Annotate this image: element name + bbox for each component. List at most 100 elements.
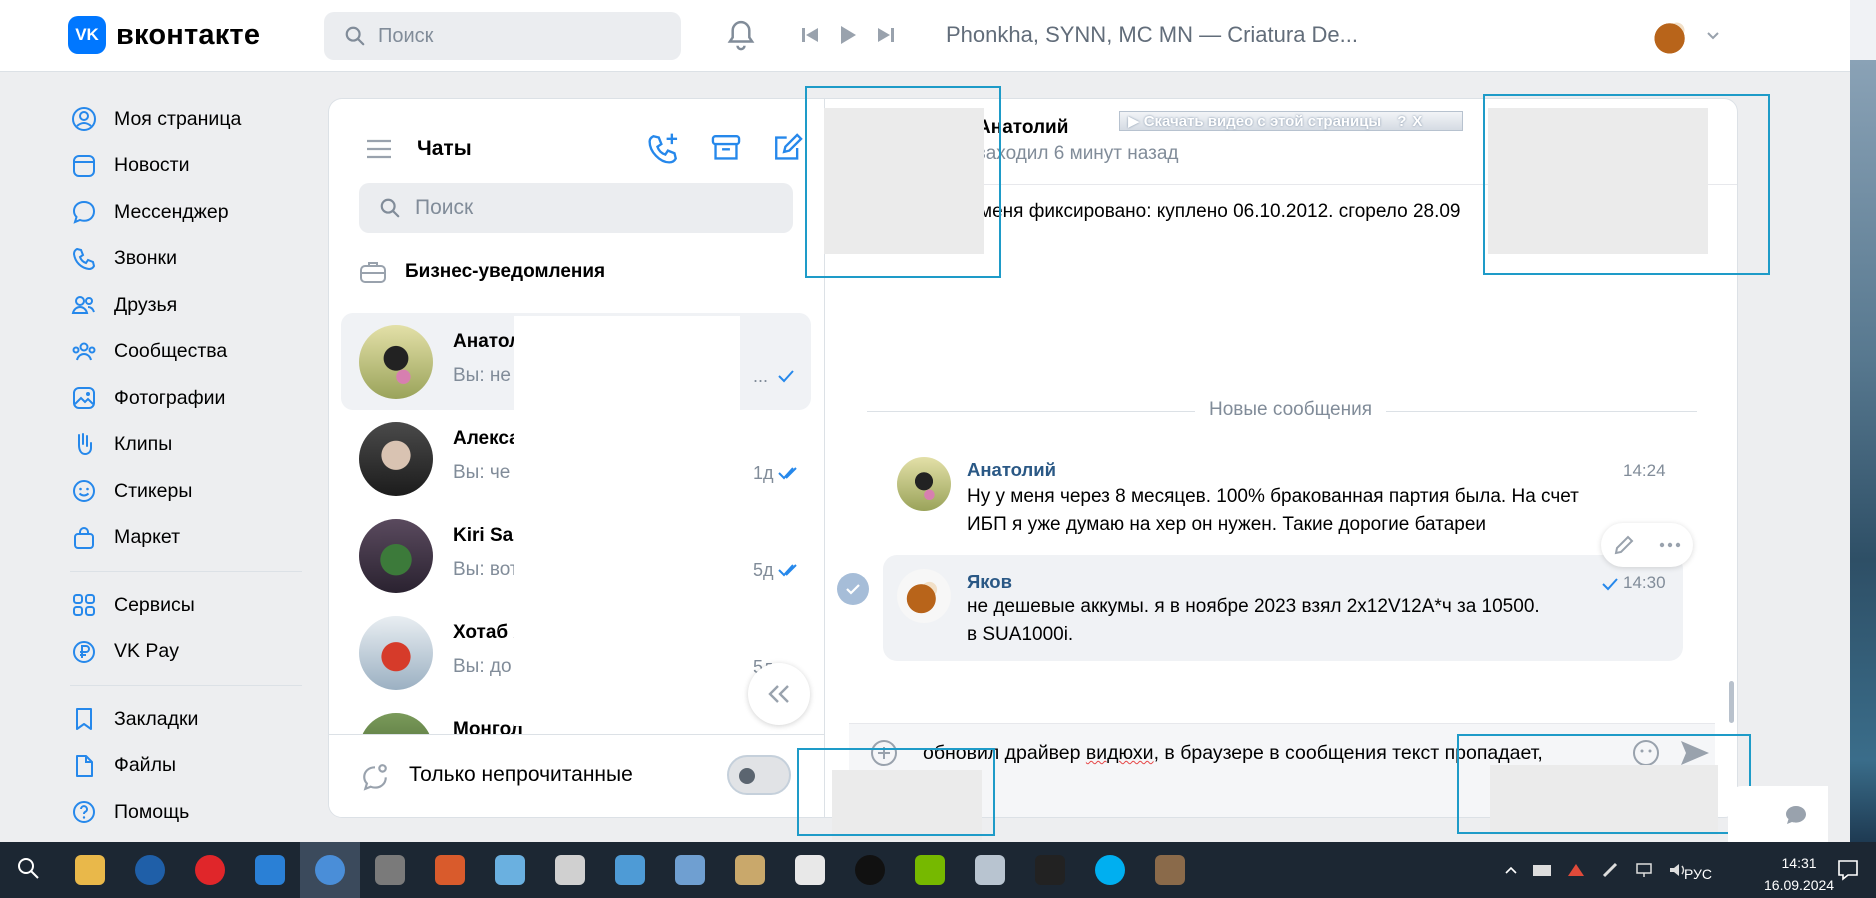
business-notifications[interactable]: Бизнес-уведомления xyxy=(359,259,605,285)
chat-preview: Вы: вот xyxy=(453,559,519,580)
message-time: 14:30 xyxy=(1623,573,1666,592)
nvidia-icon[interactable] xyxy=(900,842,960,898)
archive-icon[interactable] xyxy=(709,131,743,165)
chat-bubble-icon xyxy=(1786,806,1806,824)
nav-item-friends[interactable]: Друзья xyxy=(70,282,310,329)
floating-chat-button[interactable] xyxy=(1728,786,1828,842)
tray-app-icon[interactable] xyxy=(1566,862,1586,878)
download-video-banner[interactable]: ▶ Скачать видео с этой страницы ? X xyxy=(1119,111,1463,131)
search-icon xyxy=(345,26,365,46)
notification-center-icon[interactable] xyxy=(1836,858,1860,882)
hamburger-menu-icon[interactable] xyxy=(365,138,393,160)
nav-label: Стикеры xyxy=(114,479,193,502)
tray-app-icon[interactable] xyxy=(1600,862,1620,878)
photo-app-icon[interactable] xyxy=(1140,842,1200,898)
toggle-knob xyxy=(739,768,755,784)
search-icon[interactable] xyxy=(0,842,60,898)
terminal-icon[interactable] xyxy=(1020,842,1080,898)
collapse-chats-button[interactable] xyxy=(748,663,810,725)
taskbar-app-glyph xyxy=(1095,855,1125,885)
circle-app-icon[interactable] xyxy=(840,842,900,898)
language-indicator[interactable]: РУС xyxy=(1684,866,1712,882)
message-actions xyxy=(1601,523,1693,567)
nav-label: Сервисы xyxy=(114,593,195,616)
calendar-icon[interactable] xyxy=(420,842,480,898)
vk-browser-icon[interactable] xyxy=(120,842,180,898)
nav-label: Звонки xyxy=(114,247,177,270)
notifications-bell-icon[interactable] xyxy=(724,18,758,59)
chat-name: Kiri Sal xyxy=(453,525,519,546)
nav-item-clips[interactable]: Клипы xyxy=(70,422,310,469)
top-search-box[interactable] xyxy=(324,12,681,60)
unread-only-toggle[interactable] xyxy=(727,755,791,795)
nav-item-help[interactable]: Помощь xyxy=(70,789,310,836)
avatar[interactable] xyxy=(897,457,951,511)
message-author[interactable]: Яков xyxy=(967,571,1012,593)
nav-item-photos[interactable]: Фотографии xyxy=(70,375,310,422)
previous-track-icon[interactable] xyxy=(800,25,820,45)
highlight-box xyxy=(1457,734,1751,834)
nav-item-communities[interactable]: Сообщества xyxy=(70,329,310,376)
misspelled-word: видюхи xyxy=(1085,742,1154,764)
composer-text[interactable]: обновил драйвер видюхи, в браузере в соо… xyxy=(923,742,1543,765)
scrollbar[interactable] xyxy=(1729,681,1734,723)
notes-icon[interactable] xyxy=(480,842,540,898)
more-icon[interactable] xyxy=(1659,542,1681,548)
chats-search-input[interactable] xyxy=(415,196,755,220)
avatar[interactable] xyxy=(897,569,951,623)
taskbar-app-glyph xyxy=(195,855,225,885)
scratch-icon[interactable] xyxy=(540,842,600,898)
taskbar-app-glyph xyxy=(795,855,825,885)
play-icon[interactable] xyxy=(838,24,858,46)
profile-menu[interactable] xyxy=(1648,12,1720,60)
now-playing-title[interactable]: Phonkha, SYNN, MC MN — Criatura De... xyxy=(946,22,1358,48)
compose-icon[interactable] xyxy=(771,131,805,165)
nav-item-calls[interactable]: Звонки xyxy=(70,236,310,283)
message-text: не дешевые аккумы. я в ноябре 2023 взял … xyxy=(967,596,1540,645)
banner-close-button[interactable]: X xyxy=(1412,113,1422,130)
nav-item-news[interactable]: Новости xyxy=(70,143,310,190)
nav-item-messenger[interactable]: Мессенджер xyxy=(70,189,310,236)
smile-icon xyxy=(70,477,98,505)
nav-item-my-page[interactable]: Моя страница xyxy=(70,96,310,143)
vk-logo[interactable]: VK вконтакте xyxy=(68,16,260,54)
banner-help-button[interactable]: ? xyxy=(1397,113,1406,130)
nav-item-stickers[interactable]: Стикеры xyxy=(70,468,310,515)
nav-label: Клипы xyxy=(114,433,173,456)
nav-label: Закладки xyxy=(114,707,199,730)
taskbar-clock[interactable]: 14:31 16.09.2024 xyxy=(1764,852,1834,896)
nav-item-bookmarks[interactable]: Закладки xyxy=(70,696,310,743)
new-call-icon[interactable] xyxy=(647,131,681,165)
nav-label: Моя страница xyxy=(114,107,242,130)
nav-item-services[interactable]: Сервисы xyxy=(70,582,310,629)
message-author[interactable]: Анатолий xyxy=(967,459,1056,481)
media-icon[interactable] xyxy=(360,842,420,898)
chats-search-box[interactable] xyxy=(359,183,793,233)
opera-icon[interactable] xyxy=(180,842,240,898)
next-track-icon[interactable] xyxy=(876,25,896,45)
skype-icon[interactable] xyxy=(1080,842,1140,898)
folder-icon[interactable] xyxy=(60,842,120,898)
computer-icon[interactable] xyxy=(960,842,1020,898)
book-icon[interactable] xyxy=(600,842,660,898)
tray-app-icon[interactable] xyxy=(1532,862,1552,878)
calculator-icon[interactable] xyxy=(780,842,840,898)
browser-globe-icon[interactable] xyxy=(300,842,360,898)
chat-date: 1д xyxy=(753,463,774,483)
chat-date: ... xyxy=(753,366,769,386)
image-viewer-icon[interactable] xyxy=(660,842,720,898)
paint-icon[interactable] xyxy=(720,842,780,898)
nav-item-market[interactable]: Маркет xyxy=(70,515,310,562)
top-search-input[interactable] xyxy=(378,24,638,48)
chats-title: Чаты xyxy=(417,137,472,160)
message-select-checkbox[interactable] xyxy=(837,573,869,605)
vk-app-icon[interactable] xyxy=(240,842,300,898)
nav-item-vk-pay[interactable]: VK Pay xyxy=(70,629,310,676)
network-icon[interactable] xyxy=(1634,862,1654,878)
chevron-up-icon[interactable] xyxy=(1504,865,1518,875)
nav-item-files[interactable]: Файлы xyxy=(70,743,310,790)
taskbar-app-glyph xyxy=(675,855,705,885)
edit-icon[interactable] xyxy=(1613,534,1635,556)
check-icon xyxy=(846,584,860,595)
friends-icon xyxy=(70,291,98,319)
